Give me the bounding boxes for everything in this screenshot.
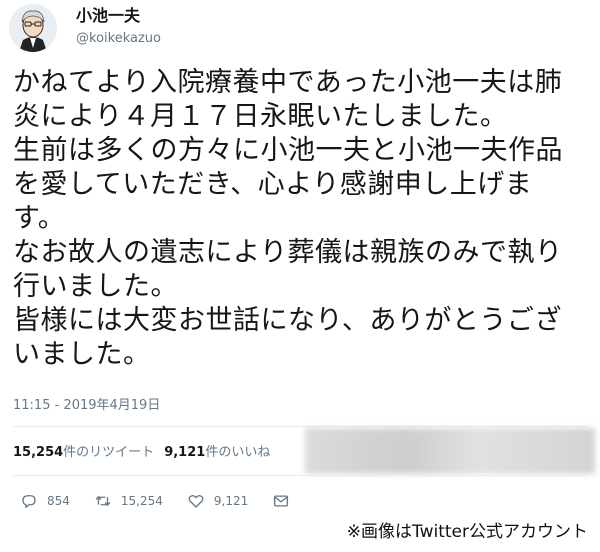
heart-icon xyxy=(188,494,204,508)
tweet-timestamp[interactable]: 11:15 - 2019年4月19日 xyxy=(13,398,160,414)
direct-message-button[interactable] xyxy=(272,492,299,510)
image-credit-caption: ※画像はTwitter公式アカウント xyxy=(346,522,588,542)
display-name[interactable]: 小池一夫 xyxy=(76,6,140,26)
blurred-liker-avatars xyxy=(305,428,595,474)
retweet-stat[interactable]: 15,254件のリツイート xyxy=(13,445,154,460)
message-icon xyxy=(274,495,289,507)
divider xyxy=(13,426,588,427)
tweet-actions: 854 15,254 9,121 xyxy=(20,492,323,510)
like-stat-label: 件のいいね xyxy=(205,445,271,460)
user-handle[interactable]: @koikekazuo xyxy=(76,31,161,47)
reply-button[interactable]: 854 xyxy=(20,492,70,510)
retweet-stat-label: 件のリツイート xyxy=(63,445,155,460)
reply-count: 854 xyxy=(47,494,70,508)
retweet-button[interactable]: 15,254 xyxy=(94,492,163,510)
like-count: 9,121 xyxy=(213,494,249,508)
retweet-count: 15,254 xyxy=(120,494,163,508)
reply-icon xyxy=(22,495,36,509)
avatar-illustration-icon xyxy=(9,4,57,52)
like-stat-count: 9,121 xyxy=(164,445,206,460)
retweet-stat-count: 15,254 xyxy=(13,445,64,460)
divider xyxy=(13,475,588,476)
tweet-text: かねてより入院療養中であった小池一夫は肺 炎により４月１７日永眠いたしました。 … xyxy=(13,67,563,370)
tweet-stats: 15,254件のリツイート 9,121件のいいね xyxy=(13,445,270,461)
like-button[interactable]: 9,121 xyxy=(187,492,248,510)
retweet-icon xyxy=(95,496,111,506)
like-stat[interactable]: 9,121件のいいね xyxy=(164,445,270,460)
avatar[interactable] xyxy=(9,4,57,52)
